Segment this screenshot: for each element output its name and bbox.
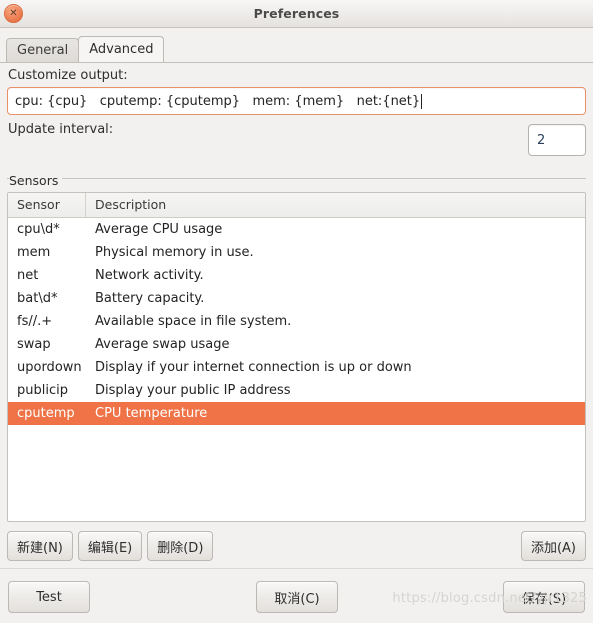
cell-sensor: swap [17, 337, 51, 352]
sensors-table-header: Sensor Description [8, 193, 585, 218]
cell-sensor: mem [17, 245, 51, 260]
table-row[interactable]: net Network activity. [8, 264, 585, 287]
table-row[interactable]: swap Average swap usage [8, 333, 585, 356]
table-row[interactable]: cpu\d* Average CPU usage [8, 218, 585, 241]
cell-description: Display your public IP address [95, 383, 291, 398]
update-interval-value: 2 [537, 132, 546, 148]
cell-sensor: fs//.+ [17, 314, 53, 329]
tab-advanced[interactable]: Advanced [78, 36, 165, 62]
cell-description: Available space in file system. [95, 314, 292, 329]
cell-sensor: net [17, 268, 39, 283]
cell-sensor: cpu\d* [17, 222, 60, 237]
cell-sensor: bat\d* [17, 291, 58, 306]
customize-output-input[interactable]: cpu: {cpu} cputemp: {cputemp} mem: {mem}… [7, 87, 586, 115]
customize-output-value: cpu: {cpu} cputemp: {cputemp} mem: {mem}… [15, 93, 421, 109]
sensors-table[interactable]: Sensor Description cpu\d* Average CPU usa… [7, 192, 586, 522]
table-row[interactable]: mem Physical memory in use. [8, 241, 585, 264]
dialog-footer: Test 取消(C) 保存(S) https://blog.csdn.net/y… [0, 568, 593, 620]
tab-bar: General Advanced [6, 36, 593, 62]
cell-description: Average swap usage [95, 337, 230, 352]
update-interval-input[interactable]: 2 [528, 124, 586, 156]
table-row[interactable]: cputemp CPU temperature [8, 402, 585, 425]
text-caret [421, 93, 423, 109]
update-interval-row: Update interval: 2 [7, 122, 586, 166]
cell-description: Display if your internet connection is u… [95, 360, 412, 375]
column-header-sensor[interactable]: Sensor [8, 193, 86, 217]
sensors-table-body: cpu\d* Average CPU usage mem Physical memor… [8, 218, 585, 425]
cell-description: Physical memory in use. [95, 245, 254, 260]
cell-sensor: cputemp [17, 406, 75, 421]
sensors-group: Sensors [7, 170, 586, 189]
cell-sensor: upordown [17, 360, 82, 375]
update-interval-label: Update interval: [8, 122, 114, 137]
table-row[interactable]: bat\d* Battery capacity. [8, 287, 585, 310]
sensors-group-rule [7, 178, 586, 179]
customize-output-label: Customize output: [8, 68, 128, 83]
new-button[interactable]: 新建(N) [7, 531, 73, 561]
title-bar: ✕ Preferences [0, 0, 593, 28]
cell-description: Average CPU usage [95, 222, 223, 237]
cancel-button[interactable]: 取消(C) [256, 581, 338, 613]
advanced-tab-panel: Customize output: cpu: {cpu} cputemp: {c… [0, 62, 593, 568]
cell-sensor: publicip [17, 383, 68, 398]
tab-general[interactable]: General [6, 38, 80, 62]
sensors-group-title: Sensors [9, 173, 63, 188]
edit-button[interactable]: 编辑(E) [77, 531, 143, 561]
table-row[interactable]: publicip Display your public IP address [8, 379, 585, 402]
save-button[interactable]: 保存(S) [503, 581, 585, 613]
cell-description: Network activity. [95, 268, 204, 283]
add-button[interactable]: 添加(A) [520, 531, 586, 561]
column-header-description[interactable]: Description [86, 193, 585, 217]
cell-description: Battery capacity. [95, 291, 205, 306]
window-title: Preferences [253, 6, 340, 21]
sensor-actions-bar: 新建(N) 编辑(E) 删除(D) 添加(A) [7, 524, 586, 568]
table-row[interactable]: upordown Display if your internet connect… [8, 356, 585, 379]
test-button[interactable]: Test [8, 581, 90, 613]
table-row[interactable]: fs//.+ Available space in file system. [8, 310, 585, 333]
preferences-window: ✕ Preferences General Advanced Customize… [0, 0, 593, 623]
delete-button[interactable]: 删除(D) [147, 531, 214, 561]
cell-description: CPU temperature [95, 406, 208, 421]
